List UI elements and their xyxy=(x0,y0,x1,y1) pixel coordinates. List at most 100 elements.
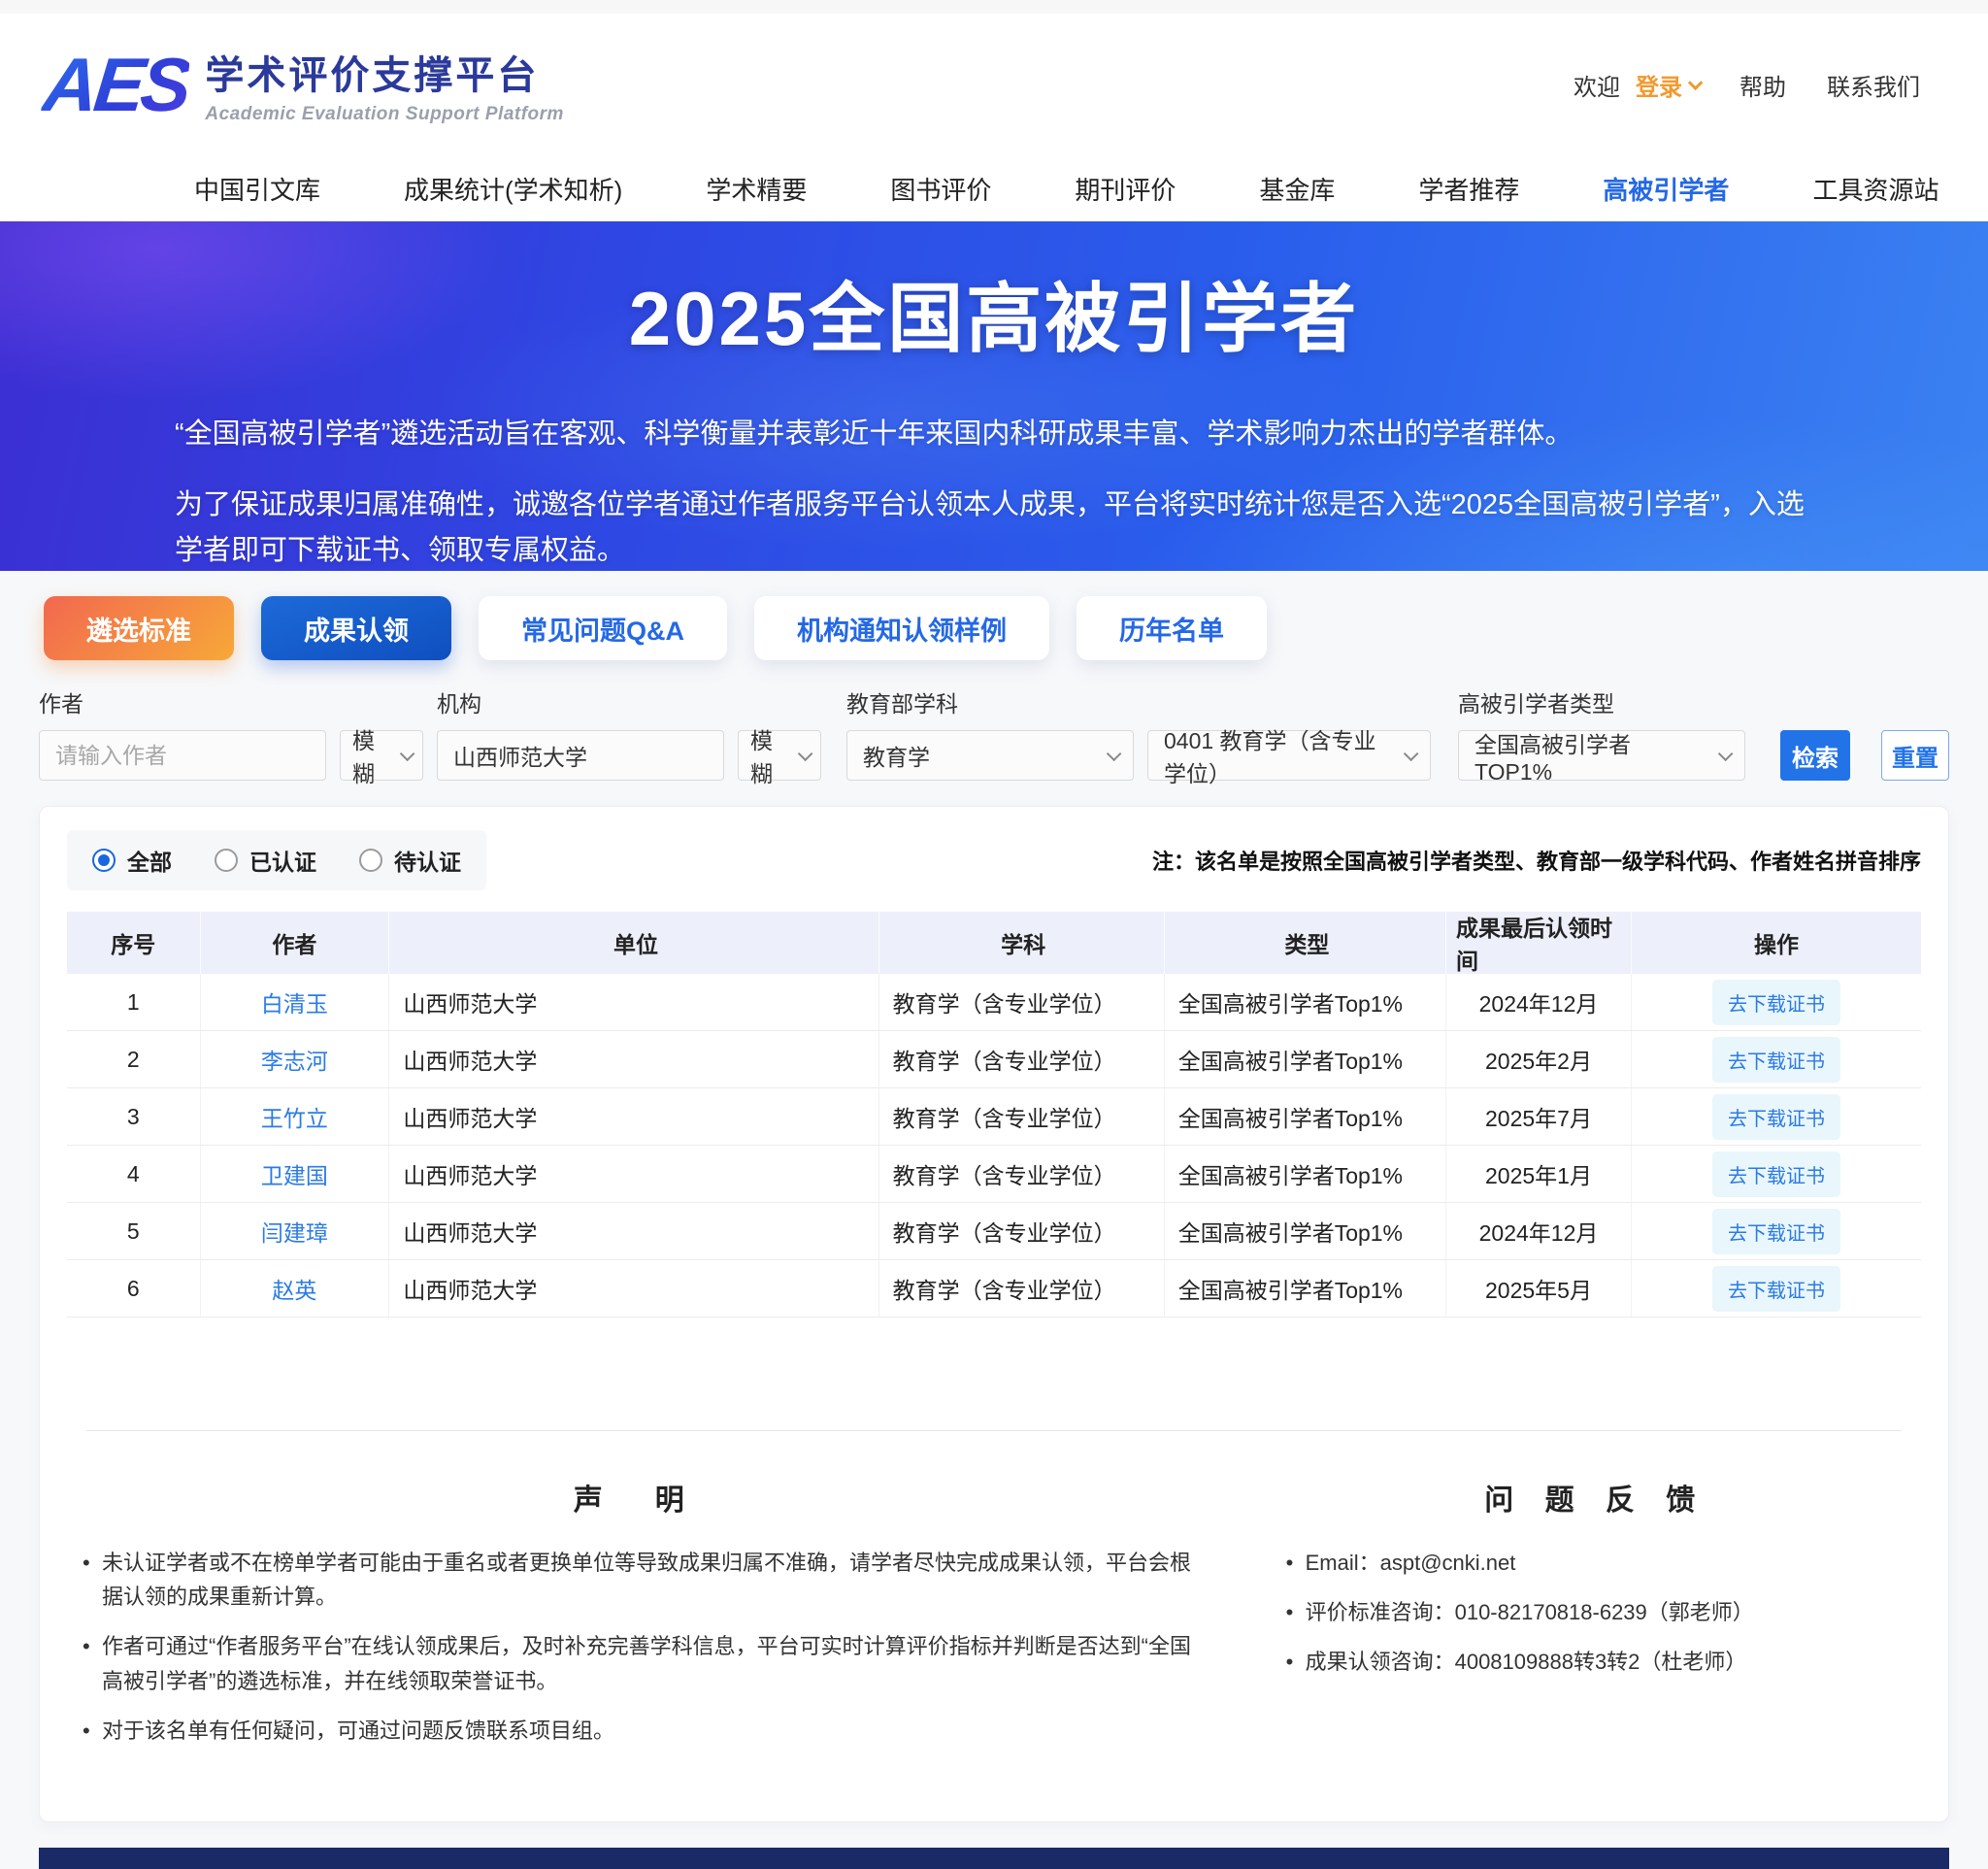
table-row: 4 卫建国 山西师范大学 教育学（含专业学位） 全国高被引学者Top1% 202… xyxy=(67,1146,1921,1203)
download-certificate-button[interactable]: 去下载证书 xyxy=(1712,1209,1840,1254)
download-certificate-button[interactable]: 去下载证书 xyxy=(1712,1151,1840,1197)
chevron-down-icon xyxy=(1718,746,1734,761)
chevron-down-icon xyxy=(1107,746,1122,761)
status-radio[interactable]: 已认证 xyxy=(215,844,316,877)
row-subject: 教育学（含专业学位） xyxy=(879,1203,1165,1259)
org-mode-select[interactable]: 模糊 xyxy=(738,730,821,781)
page-title: 2025全国高被引学者 xyxy=(175,258,1813,367)
author-link[interactable]: 白清玉 xyxy=(261,985,328,1018)
login-label: 登录 xyxy=(1636,68,1682,102)
row-type: 全国高被引学者Top1% xyxy=(1165,1088,1446,1145)
status-radio[interactable]: 待认证 xyxy=(359,844,461,877)
nav-item[interactable]: 高被引学者 xyxy=(1603,171,1729,207)
row-date: 2025年5月 xyxy=(1446,1260,1632,1317)
table-header-row: 序号 作者 单位 学科 类型 成果最后认领时间 操作 xyxy=(67,912,1921,974)
subject-value: 教育学 xyxy=(863,739,930,772)
nav-item[interactable]: 期刊评价 xyxy=(1075,171,1176,207)
login-button[interactable]: 登录 xyxy=(1636,68,1699,102)
nav-item[interactable]: 工具资源站 xyxy=(1812,171,1938,207)
author-link[interactable]: 李志河 xyxy=(261,1043,328,1076)
author-mode-select[interactable]: 模糊 xyxy=(340,730,423,781)
author-link[interactable]: 闫建璋 xyxy=(261,1215,328,1248)
row-date: 2025年7月 xyxy=(1446,1088,1632,1145)
tab-button[interactable]: 成果认领 xyxy=(261,596,451,660)
author-input[interactable] xyxy=(39,730,326,781)
sort-note: 注：该名单是按照全国高被引学者类型、教育部一级学科代码、作者姓名拼音排序 xyxy=(1152,845,1921,876)
download-certificate-button[interactable]: 去下载证书 xyxy=(1712,1094,1840,1140)
welcome-text: 欢迎 xyxy=(1574,68,1620,102)
contact-link[interactable]: 联系我们 xyxy=(1827,68,1920,102)
search-button[interactable]: 检索 xyxy=(1780,730,1850,781)
radio-label: 全部 xyxy=(127,844,172,877)
tab-button[interactable]: 机构通知认领样例 xyxy=(754,596,1049,660)
status-radio-group: 全部 已认证 待认证 xyxy=(67,830,486,890)
radio-label: 待认证 xyxy=(394,844,461,877)
download-certificate-button[interactable]: 去下载证书 xyxy=(1712,1037,1840,1083)
row-subject: 教育学（含专业学位） xyxy=(879,974,1165,1030)
help-link[interactable]: 帮助 xyxy=(1740,68,1786,102)
nav-item[interactable]: 中国引文库 xyxy=(194,171,320,207)
chevron-down-icon xyxy=(1404,746,1419,761)
radio-label: 已认证 xyxy=(249,844,316,877)
bottom-bar xyxy=(39,1848,1949,1869)
nav-item[interactable]: 学术精要 xyxy=(706,171,807,207)
row-type: 全国高被引学者Top1% xyxy=(1165,1031,1446,1087)
subject-detail-value: 0401 教育学（含专业学位） xyxy=(1164,722,1394,788)
table-row: 1 白清玉 山西师范大学 教育学（含专业学位） 全国高被引学者Top1% 202… xyxy=(67,974,1921,1031)
row-date: 2024年12月 xyxy=(1446,1203,1632,1259)
org-mode-value: 模糊 xyxy=(750,722,788,788)
status-radio[interactable]: 全部 xyxy=(92,844,172,877)
row-no: 6 xyxy=(67,1260,201,1317)
chevron-down-icon xyxy=(798,746,813,761)
col-org: 单位 xyxy=(389,912,878,974)
col-subject: 学科 xyxy=(879,912,1165,974)
tabs-row: 遴选标准 成果认领 常见问题Q&A 机构通知认领样例 历年名单 xyxy=(0,571,1988,660)
scholars-table: 序号 作者 单位 学科 类型 成果最后认领时间 操作 1 白清玉 山西师范大学 … xyxy=(67,912,1921,1318)
tab-button[interactable]: 历年名单 xyxy=(1077,596,1267,660)
col-date: 成果最后认领时间 xyxy=(1446,912,1632,974)
download-certificate-button[interactable]: 去下载证书 xyxy=(1712,1266,1840,1312)
tab-button[interactable]: 遴选标准 xyxy=(44,596,234,660)
hero-banner: 2025全国高被引学者 “全国高被引学者”遴选活动旨在客观、科学衡量并表彰近十年… xyxy=(0,221,1988,571)
nav-item[interactable]: 学者推荐 xyxy=(1418,171,1519,207)
author-link[interactable]: 卫建国 xyxy=(261,1157,328,1190)
radio-icon xyxy=(92,849,116,872)
table-body: 1 白清玉 山西师范大学 教育学（含专业学位） 全国高被引学者Top1% 202… xyxy=(67,974,1921,1318)
logo[interactable]: AES 学术评价支撑平台 Academic Evaluation Support… xyxy=(44,44,564,125)
reset-button[interactable]: 重置 xyxy=(1881,730,1949,781)
table-row: 6 赵英 山西师范大学 教育学（含专业学位） 全国高被引学者Top1% 2025… xyxy=(67,1260,1921,1318)
table-row: 3 王竹立 山西师范大学 教育学（含专业学位） 全国高被引学者Top1% 202… xyxy=(67,1088,1921,1146)
row-no: 4 xyxy=(67,1146,201,1202)
author-link[interactable]: 王竹立 xyxy=(261,1100,328,1133)
type-select[interactable]: 全国高被引学者TOP1% xyxy=(1458,730,1745,781)
logo-title: 学术评价支撑平台 xyxy=(205,44,564,100)
radio-icon xyxy=(215,849,238,872)
radio-icon xyxy=(359,849,382,872)
col-action: 操作 xyxy=(1632,912,1921,974)
nav-item[interactable]: 基金库 xyxy=(1259,171,1335,207)
author-link[interactable]: 赵英 xyxy=(272,1272,316,1305)
tab-button[interactable]: 常见问题Q&A xyxy=(479,596,727,660)
hero-paragraph-1: “全国高被引学者”遴选活动旨在客观、科学衡量并表彰近十年来国内科研成果丰富、学术… xyxy=(175,412,1813,457)
statement-title: 声 明 xyxy=(77,1476,1193,1519)
author-label: 作者 xyxy=(39,685,423,718)
row-org: 山西师范大学 xyxy=(389,1088,878,1145)
row-no: 5 xyxy=(67,1203,201,1259)
main-nav: 中国引文库 成果统计(学术知析) 学术精要 图书评价 期刊评价 基金库 学者推荐… xyxy=(0,155,1988,221)
type-value: 全国高被引学者TOP1% xyxy=(1474,726,1708,785)
feedback-item: 成果认领咨询：4008109888转3转2（杜老师） xyxy=(1280,1645,1911,1679)
nav-item[interactable]: 成果统计(学术知析) xyxy=(404,171,622,207)
logo-abbr: AES xyxy=(40,47,192,122)
row-date: 2025年2月 xyxy=(1446,1031,1632,1087)
col-no: 序号 xyxy=(67,912,201,974)
org-input[interactable] xyxy=(437,730,724,781)
row-no: 1 xyxy=(67,974,201,1030)
subject-detail-select[interactable]: 0401 教育学（含专业学位） xyxy=(1147,730,1431,781)
subject-select[interactable]: 教育学 xyxy=(846,730,1134,781)
col-author: 作者 xyxy=(201,912,390,974)
hero-paragraph-2: 为了保证成果归属准确性，诚邀各位学者通过作者服务平台认领本人成果，平台将实时统计… xyxy=(175,483,1813,571)
download-certificate-button[interactable]: 去下载证书 xyxy=(1712,980,1840,1025)
type-label: 高被引学者类型 xyxy=(1458,685,1745,718)
nav-item[interactable]: 图书评价 xyxy=(890,171,991,207)
row-no: 2 xyxy=(67,1031,201,1087)
